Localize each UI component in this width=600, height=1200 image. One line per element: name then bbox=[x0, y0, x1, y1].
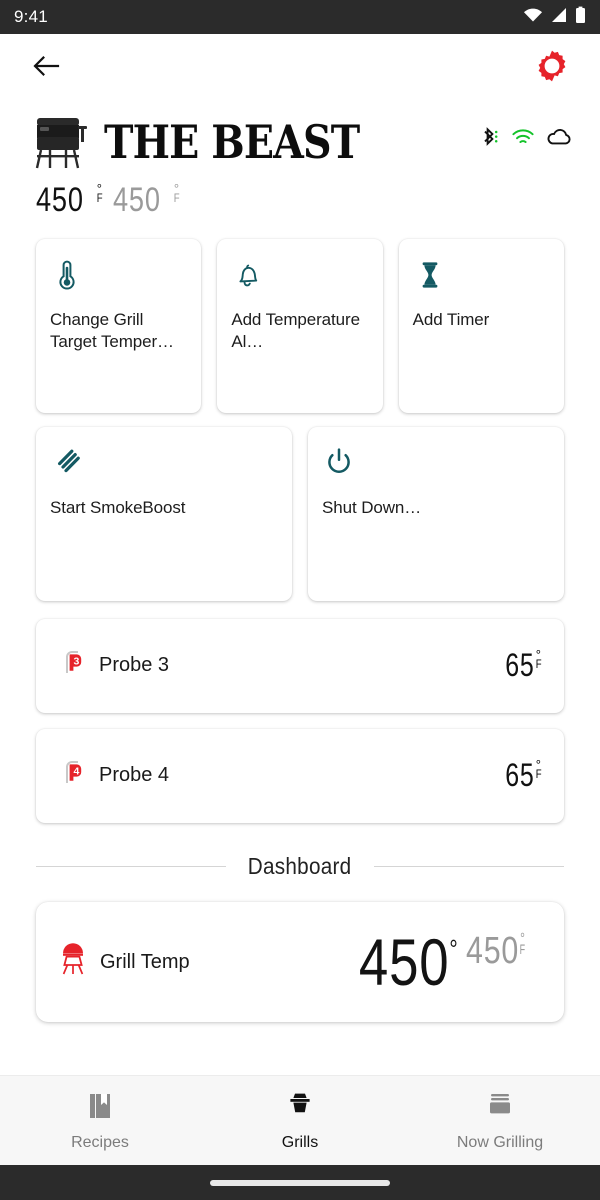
probe-label: Probe 4 bbox=[99, 763, 170, 786]
action-card-change-target-temp[interactable]: Change Grill Target Temper… bbox=[36, 239, 202, 413]
gesture-pill[interactable] bbox=[210, 1179, 390, 1186]
smoke-lines-icon bbox=[50, 445, 84, 486]
app-bar bbox=[0, 34, 600, 102]
dashboard-target-temp: 450 ° F bbox=[466, 929, 527, 972]
probe-badge-icon: 3 bbox=[58, 648, 88, 683]
probe-row-4[interactable]: 4 Probe 4 65 ° F bbox=[36, 729, 564, 823]
now-grilling-icon bbox=[483, 1089, 517, 1128]
probe-list: 3 Probe 3 65 ° F 4 Probe 4 65 ° F bbox=[0, 601, 600, 823]
probe-temp-unit: ° F bbox=[535, 757, 542, 782]
bluetooth-icon bbox=[480, 125, 500, 154]
svg-text:4: 4 bbox=[73, 765, 79, 777]
nav-label: Recipes bbox=[71, 1134, 129, 1151]
thermometer-icon bbox=[50, 257, 84, 298]
connectivity-icons bbox=[480, 125, 572, 154]
wifi-icon bbox=[511, 127, 535, 152]
power-icon bbox=[322, 445, 356, 486]
probe-temperature: 65 ° F bbox=[497, 647, 542, 683]
recipe-book-icon bbox=[83, 1089, 117, 1128]
bottom-navigation: Recipes Grills Now Grilling bbox=[0, 1075, 600, 1165]
probe-row-3[interactable]: 3 Probe 3 65 ° F bbox=[36, 619, 564, 713]
settings-button[interactable] bbox=[532, 48, 572, 88]
nav-item-grills[interactable]: Grills bbox=[200, 1089, 400, 1152]
app-screen: 9:41 THE BEAST 450 ° F 450 ° F Change Gr… bbox=[0, 0, 600, 1200]
nav-item-now-grilling[interactable]: Now Grilling bbox=[400, 1089, 600, 1152]
back-arrow-icon bbox=[31, 54, 61, 83]
grill-title-wrap: THE BEAST bbox=[28, 108, 401, 175]
hourglass-icon bbox=[413, 257, 447, 298]
battery-icon bbox=[575, 6, 586, 29]
grill-name: THE BEAST bbox=[104, 114, 360, 169]
probe-temperature: 65 ° F bbox=[497, 757, 542, 793]
divider-line-right bbox=[373, 866, 564, 867]
status-bar: 9:41 bbox=[0, 0, 600, 34]
action-card-label: Add Timer bbox=[412, 310, 490, 329]
action-card-add-temperature-alarm[interactable]: Add Temperature Al… bbox=[217, 239, 383, 413]
dashboard-section-label: Dashboard bbox=[248, 853, 352, 879]
action-card-start-smokeboost[interactable]: Start SmokeBoost bbox=[36, 427, 292, 601]
dashboard-current-temp: 450 ° bbox=[358, 924, 459, 999]
current-temp-unit: ° F bbox=[96, 181, 103, 206]
dashboard-section-divider: Dashboard bbox=[0, 839, 600, 880]
probe-temp-unit: ° F bbox=[535, 647, 542, 672]
current-temperature: 450 ° F bbox=[36, 181, 103, 219]
action-card-label: Change Grill Target Temper… bbox=[50, 310, 174, 351]
quick-actions: Change Grill Target Temper… Add Temperat… bbox=[0, 217, 600, 601]
pellet-grill-image bbox=[28, 108, 92, 175]
action-card-add-timer[interactable]: Add Timer bbox=[398, 239, 564, 413]
bell-icon bbox=[231, 257, 265, 298]
current-temp-value: 450 bbox=[36, 181, 84, 219]
action-card-shut-down[interactable]: Shut Down… bbox=[308, 427, 564, 601]
grill-icon bbox=[283, 1089, 317, 1128]
status-bar-icons bbox=[523, 6, 586, 29]
grill-header: THE BEAST bbox=[0, 102, 600, 175]
nav-item-recipes[interactable]: Recipes bbox=[0, 1089, 200, 1152]
target-temp-value: 450 bbox=[113, 181, 161, 219]
probe-temp-value: 65 bbox=[505, 647, 535, 683]
dashboard-card-grill-temp[interactable]: Grill Temp 450 ° 450 ° F bbox=[36, 902, 564, 1022]
probe-label: Probe 3 bbox=[99, 653, 170, 676]
probe-badge-icon: 4 bbox=[58, 758, 88, 793]
cellular-signal-icon bbox=[550, 7, 568, 28]
wifi-icon bbox=[523, 7, 543, 28]
gear-icon bbox=[534, 48, 570, 89]
grill-temperature-line: 450 ° F 450 ° F bbox=[0, 175, 600, 217]
gesture-bar-area bbox=[0, 1165, 600, 1200]
dashboard-card-values: 450 ° 450 ° F bbox=[334, 924, 543, 999]
cloud-icon bbox=[546, 127, 572, 152]
status-bar-clock: 9:41 bbox=[14, 7, 48, 26]
quick-actions-row-2: Start SmokeBoost Shut Down… bbox=[36, 427, 564, 601]
dashboard-cards: Grill Temp 450 ° 450 ° F bbox=[0, 880, 600, 1022]
svg-text:3: 3 bbox=[73, 655, 79, 667]
target-temperature: 450 ° F bbox=[113, 181, 180, 219]
action-card-label: Start SmokeBoost bbox=[50, 498, 186, 517]
dashboard-card-label: Grill Temp bbox=[100, 950, 190, 973]
nav-label: Grills bbox=[281, 1134, 319, 1151]
quick-actions-row-1: Change Grill Target Temper… Add Temperat… bbox=[36, 239, 564, 413]
kettle-grill-icon bbox=[58, 942, 88, 982]
divider-line-left bbox=[36, 866, 227, 867]
nav-label: Now Grilling bbox=[456, 1134, 544, 1151]
action-card-label: Add Temperature Al… bbox=[231, 310, 360, 351]
back-button[interactable] bbox=[28, 50, 64, 86]
probe-temp-value: 65 bbox=[505, 757, 535, 793]
action-card-label: Shut Down… bbox=[322, 498, 422, 517]
target-temp-unit: ° F bbox=[173, 181, 180, 206]
